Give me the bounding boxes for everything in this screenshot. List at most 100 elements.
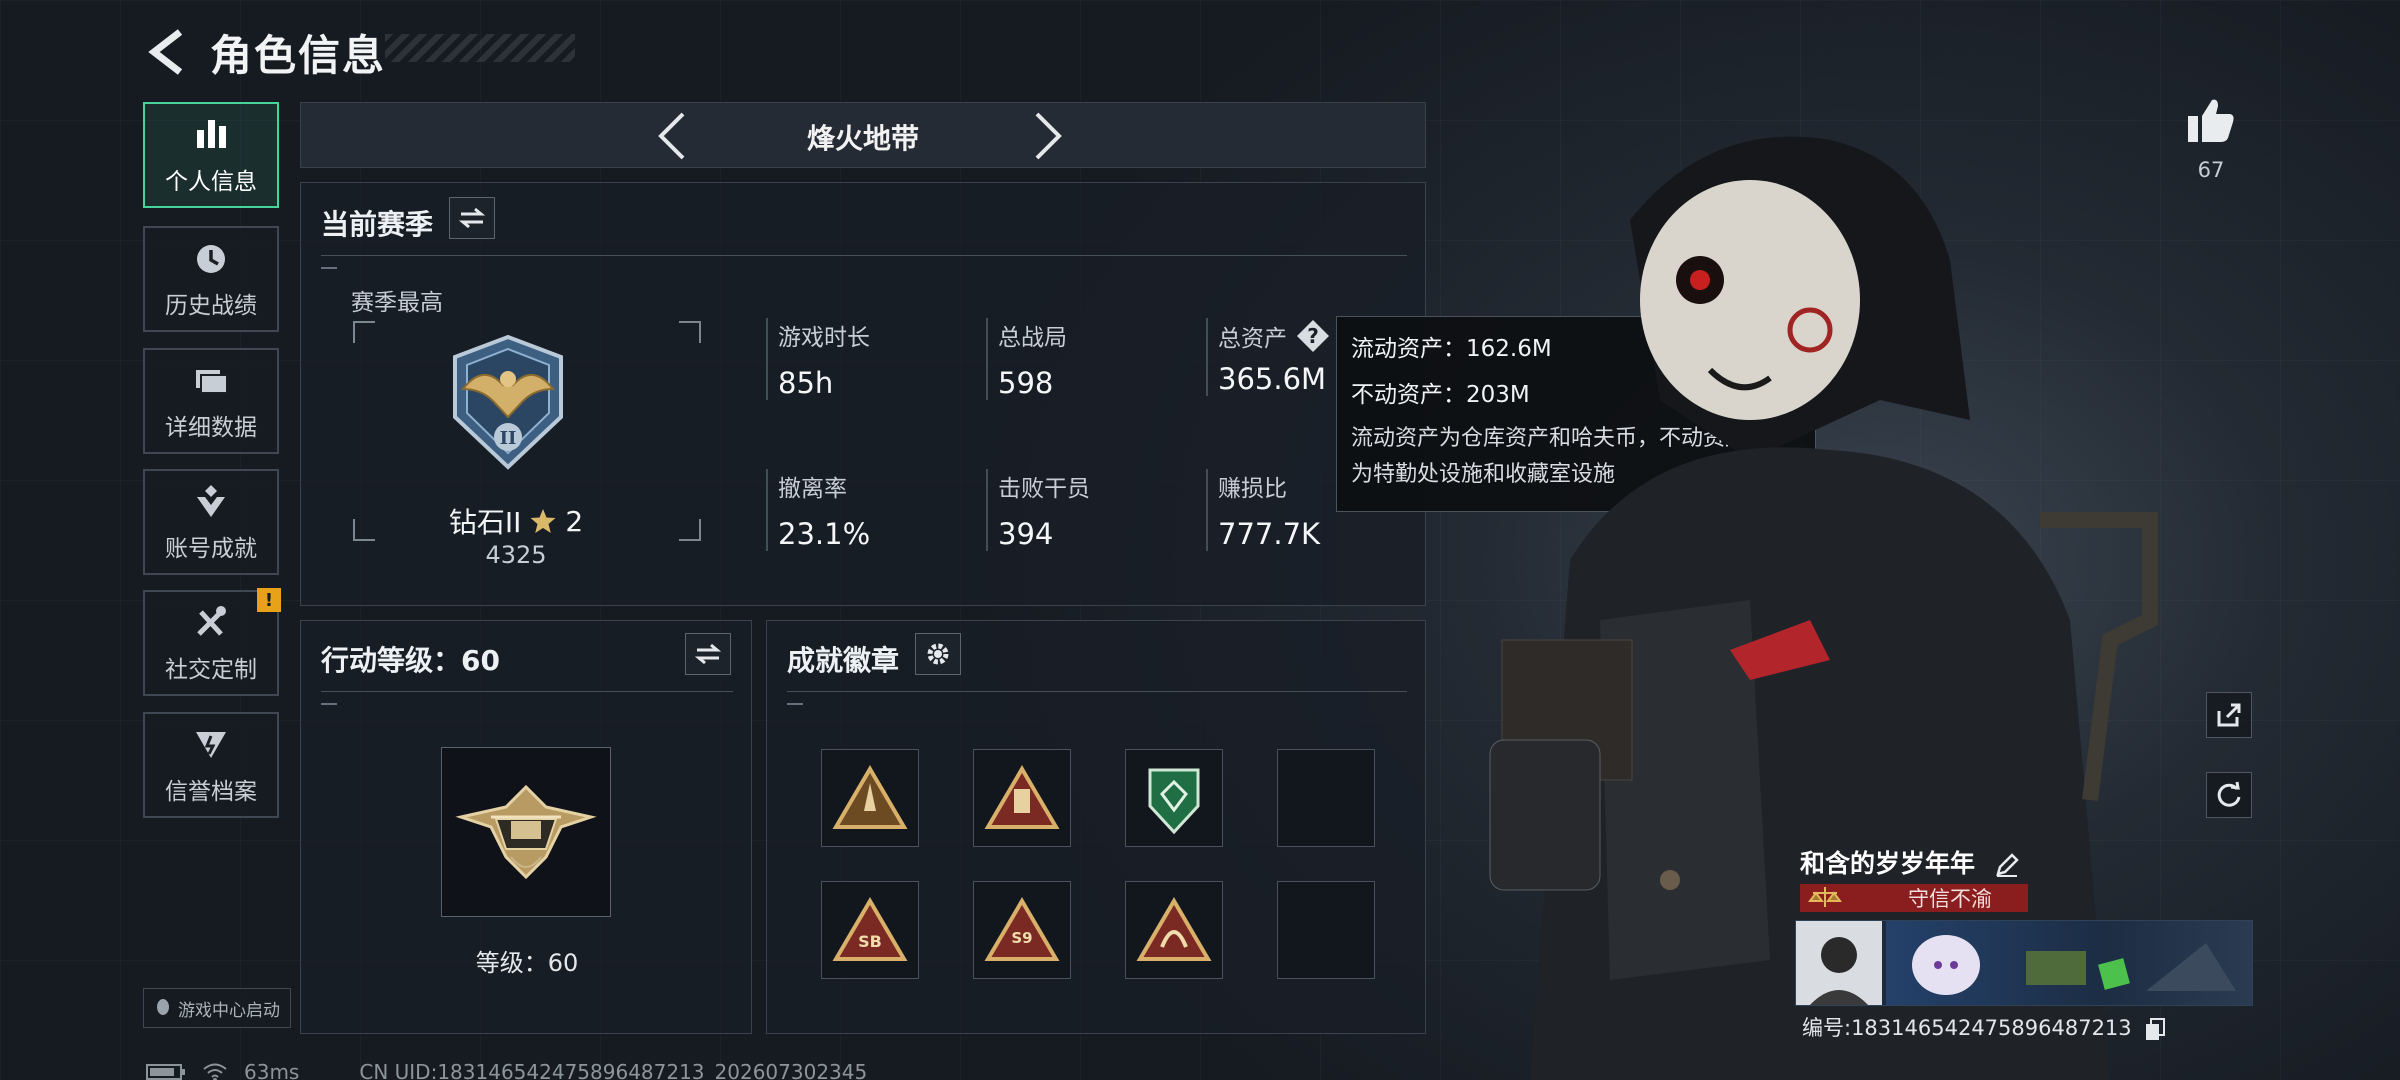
empty-badge-slot[interactable] xyxy=(1277,881,1375,979)
chevron-right-icon xyxy=(1035,112,1062,160)
achievement-badge[interactable]: SB xyxy=(821,881,919,979)
stat-total-matches: 总战局 598 xyxy=(986,318,1067,400)
nav-social-customize[interactable]: 社交定制 ! xyxy=(143,588,281,696)
nav-label: 信誉档案 xyxy=(165,779,257,805)
back-arrow-icon xyxy=(148,29,183,75)
bar-chart-icon xyxy=(197,120,226,148)
rank-stars: 2 xyxy=(565,504,584,538)
back-button[interactable] xyxy=(140,24,196,80)
stat-value: 85h xyxy=(778,366,834,400)
stat-operators-defeated: 击败干员 394 xyxy=(986,469,1090,551)
badge-text: S9 xyxy=(1011,929,1032,947)
rank-points: 4325 xyxy=(485,541,547,569)
honor-title: 守信不渝 xyxy=(1908,887,1992,911)
uid-footer: CN UID:18314654247589​6487213_2026073023… xyxy=(359,1060,868,1080)
mode-selector: 烽火地带 xyxy=(300,102,1426,168)
page-title: 角色信息 xyxy=(210,31,387,80)
nav-label: 账号成就 xyxy=(165,536,257,562)
sb-triangle-badge-icon: SB xyxy=(832,897,908,961)
elite-force-emblem-icon xyxy=(455,784,597,880)
share-button[interactable] xyxy=(2206,692,2252,738)
tower-triangle-badge-icon xyxy=(984,765,1060,829)
profile-banner-card[interactable] xyxy=(1795,920,2253,1006)
ping: 63ms xyxy=(244,1060,300,1080)
achievement-badge[interactable] xyxy=(1125,749,1223,847)
next-mode-button[interactable] xyxy=(1021,109,1075,163)
stat-profit-loss-ratio: 赚损比 777.7K xyxy=(1206,469,1320,551)
achievement-badge[interactable] xyxy=(1125,881,1223,979)
nav-detailed-data[interactable]: 详细数据 xyxy=(143,348,279,454)
game-center-launch[interactable]: 游戏中心启动 xyxy=(143,988,291,1028)
credit-shield-icon xyxy=(196,732,226,758)
player-id-line: 编号:18314654247589​6487213 xyxy=(1802,1012,2166,1042)
decor-dash xyxy=(787,703,803,705)
honor-title-bar: 守信不渝 xyxy=(1800,884,2028,912)
help-icon[interactable]: ? xyxy=(1295,318,1331,354)
nav-credit-record[interactable]: 信誉档案 xyxy=(143,712,279,818)
like-button[interactable] xyxy=(2186,96,2236,148)
diamond-rank-emblem: II xyxy=(453,334,563,470)
nav-label: 详细数据 xyxy=(165,415,257,441)
nav-label: 个人信息 xyxy=(165,169,257,195)
swap-icon xyxy=(459,207,485,229)
star-icon xyxy=(530,509,556,533)
stat-total-assets: 总资产 ? 365.6M xyxy=(1206,318,1331,396)
frame-corner xyxy=(679,321,701,343)
refresh-button[interactable] xyxy=(2206,772,2252,818)
stat-play-time: 游戏时长 85h xyxy=(766,318,870,400)
qq-penguin-icon xyxy=(157,999,169,1015)
svg-text:?: ? xyxy=(1307,324,1319,348)
action-level-text: 等级：60 xyxy=(475,949,579,977)
current-season-panel: 当前赛季 赛季最高 II 钻石II 2 4325 游戏时长 85h 总战局 59… xyxy=(300,182,1426,606)
edit-pencil-icon[interactable] xyxy=(1994,852,2020,878)
empty-badge-slot[interactable] xyxy=(1277,749,1375,847)
stat-value: 777.7K xyxy=(1218,517,1321,551)
decor-dash xyxy=(321,703,337,705)
divider xyxy=(787,691,1407,692)
player-id: 编号:18314654247589​6487213 xyxy=(1802,1016,2132,1040)
action-level-switch-button[interactable] xyxy=(685,633,731,675)
like-count: 67 xyxy=(2197,158,2225,182)
season-switch-button[interactable] xyxy=(449,197,495,239)
stat-value: 394 xyxy=(998,517,1054,551)
nav-label: 社交定制 xyxy=(165,657,257,683)
stat-label: 总资产 xyxy=(1218,326,1287,352)
swap-icon xyxy=(695,643,721,665)
nav-account-achievements[interactable]: 账号成就 xyxy=(143,469,279,575)
stat-value: 23.1% xyxy=(778,517,871,551)
battery-icon xyxy=(146,1064,185,1080)
achievement-badge[interactable] xyxy=(973,749,1071,847)
scale-emblem-icon xyxy=(1808,887,1842,907)
gear-icon xyxy=(927,643,949,665)
stat-label: 撤离率 xyxy=(778,476,847,502)
frame-corner xyxy=(353,321,375,343)
stat-label: 游戏时长 xyxy=(778,325,870,351)
history-icon xyxy=(197,245,225,273)
rank-name-row: 钻石II 2 xyxy=(301,501,731,541)
divider xyxy=(321,691,733,692)
s9-triangle-badge-icon: S9 xyxy=(984,897,1060,961)
nav-personal-info[interactable]: 个人信息 xyxy=(143,102,279,208)
stat-label: 总战局 xyxy=(998,325,1067,351)
player-name-text: 和含的岁岁年年 xyxy=(1800,849,1976,878)
achievements-title: 成就徽章 xyxy=(787,644,900,677)
svg-text:II: II xyxy=(500,428,517,449)
stat-value: 365.6M xyxy=(1218,362,1327,396)
achievement-badge[interactable]: S9 xyxy=(973,881,1071,979)
stat-label: 击败干员 xyxy=(998,476,1090,502)
dragon-triangle-badge-icon xyxy=(1136,897,1212,961)
wifi-icon xyxy=(203,1063,227,1080)
nav-history[interactable]: 历史战绩 xyxy=(143,226,279,332)
achievement-badge[interactable] xyxy=(821,749,919,847)
stat-extract-rate: 撤离率 23.1% xyxy=(766,469,870,551)
stat-value: 598 xyxy=(998,366,1054,400)
profile-banner-art xyxy=(1886,921,2252,1005)
player-name: 和含的岁岁年年 xyxy=(1800,844,2020,880)
copy-icon[interactable] xyxy=(2144,1017,2166,1041)
status-bar: 63ms CN UID:18314654247589​6487213_20260… xyxy=(146,1060,867,1080)
stat-label: 赚损比 xyxy=(1218,476,1287,502)
rank-name: 钻石II xyxy=(448,506,522,539)
achievement-badges-panel: 成就徽章 SB S9 xyxy=(766,620,1426,1034)
achievement-settings-button[interactable] xyxy=(915,633,961,675)
rocket-triangle-badge-icon xyxy=(832,765,908,829)
